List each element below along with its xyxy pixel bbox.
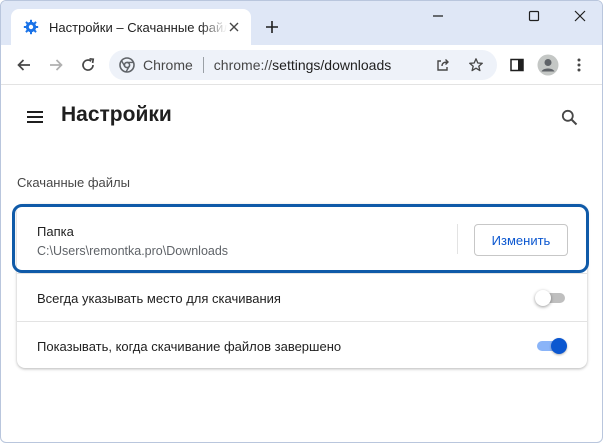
downloads-card: Папка C:\Users\remontka.pro\Downloads Из…: [17, 204, 587, 368]
back-arrow-icon: [17, 59, 30, 71]
url-path: settings/downloads: [272, 57, 392, 73]
row-divider: [457, 224, 458, 254]
change-folder-button[interactable]: Изменить: [474, 224, 568, 256]
ask-where-toggle[interactable]: [535, 288, 567, 308]
forward-arrow-icon: [50, 59, 63, 71]
tab-close-icon[interactable]: [225, 18, 243, 36]
url-text: chrome://settings/downloads: [214, 57, 391, 73]
kebab-menu-icon: [577, 58, 581, 72]
show-when-done-toggle[interactable]: [535, 336, 567, 356]
browser-menu-button[interactable]: [565, 51, 593, 79]
profile-button[interactable]: [534, 51, 562, 79]
show-when-done-label: Показывать, когда скачивание файлов заве…: [37, 339, 342, 354]
plus-icon: [266, 21, 278, 33]
address-bar[interactable]: Chrome chrome://settings/downloads: [109, 50, 497, 80]
omnibox-divider: [202, 57, 204, 73]
reload-button[interactable]: [74, 51, 102, 79]
reload-icon: [82, 57, 95, 71]
toolbar: Chrome chrome://settings/downloads: [1, 45, 602, 85]
folder-label: Папка: [37, 224, 74, 239]
chrome-logo-icon[interactable]: [119, 57, 135, 73]
url-host: chrome://: [213, 57, 273, 73]
tab-title: Настройки – Скачанные файлы: [49, 19, 227, 35]
search-settings-button[interactable]: [556, 104, 582, 130]
ask-where-row[interactable]: Всегда указывать место для скачивания: [17, 273, 587, 322]
close-icon: [574, 10, 586, 22]
bookmark-star-icon[interactable]: [464, 53, 488, 77]
folder-row: Папка C:\Users\remontka.pro\Downloads Из…: [17, 204, 587, 270]
back-button[interactable]: [10, 51, 38, 79]
search-icon: [561, 109, 577, 125]
toggle-knob: [551, 338, 567, 354]
tab-strip: Настройки – Скачанные файлы: [1, 1, 602, 45]
maximize-icon: [528, 10, 540, 22]
site-chip-label: Chrome: [143, 57, 193, 73]
ask-where-label: Всегда указывать место для скачивания: [37, 291, 281, 306]
maximize-button[interactable]: [512, 4, 556, 28]
show-when-done-row[interactable]: Показывать, когда скачивание файлов заве…: [17, 321, 587, 370]
section-title: Скачанные файлы: [17, 175, 130, 190]
folder-path: C:\Users\remontka.pro\Downloads: [37, 244, 229, 258]
toggle-knob: [535, 290, 551, 306]
forward-button[interactable]: [42, 51, 70, 79]
minimize-icon: [433, 15, 443, 17]
side-panel-button[interactable]: [503, 51, 531, 79]
hamburger-icon: [27, 111, 43, 123]
avatar-icon: [537, 54, 559, 76]
side-panel-icon: [510, 58, 524, 72]
close-window-button[interactable]: [558, 4, 602, 28]
browser-window: Настройки – Скачанные файлы Chrome chrom…: [0, 0, 603, 443]
new-tab-button[interactable]: [260, 15, 284, 39]
settings-menu-button[interactable]: [23, 105, 47, 129]
minimize-button[interactable]: [416, 4, 460, 28]
tab-settings[interactable]: Настройки – Скачанные файлы: [11, 9, 251, 45]
page-title: Настройки: [61, 103, 172, 126]
share-icon[interactable]: [431, 53, 455, 77]
settings-gear-icon: [23, 19, 39, 35]
